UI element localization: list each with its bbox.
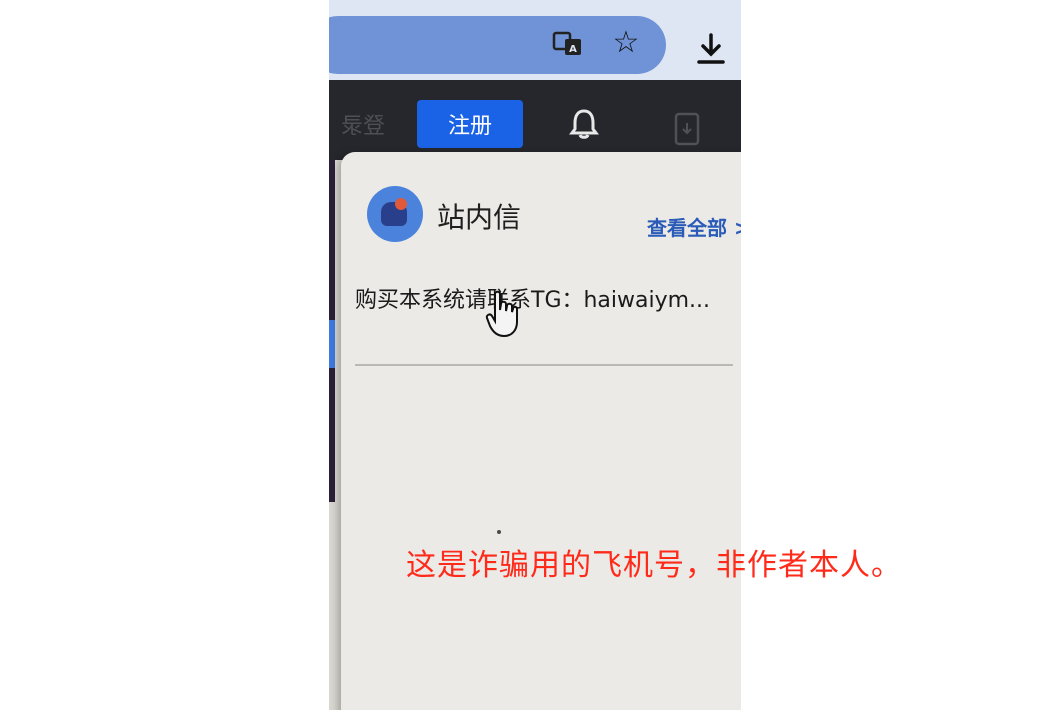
download-icon[interactable] [674,112,700,146]
notification-dot [395,198,407,210]
screen-speck [497,530,501,534]
translate-icon[interactable]: A [552,30,584,58]
page-background-accent [329,320,335,368]
star-icon[interactable]: ☆ [609,26,643,60]
register-button[interactable]: 注册 [417,100,523,148]
photo-frame: A ☆ 登录 注册 站内信 查看全部 > 购买本系统请联系TG：haiwaiym… [329,0,741,710]
divider [355,364,733,366]
hand-cursor-icon [485,290,519,338]
message-preview[interactable]: 购买本系统请联系TG：haiwaiym... [355,282,735,314]
popup-title: 站内信 [437,201,522,234]
site-header: 登录 注册 [329,80,741,160]
warning-caption: 这是诈骗用的飞机号，非作者本人。 [406,548,902,583]
svg-text:A: A [569,44,577,55]
message-popup: 站内信 查看全部 > 购买本系统请联系TG：haiwaiym... [341,152,741,710]
view-all-link[interactable]: 查看全部 > [647,212,741,241]
browser-toolbar: A ☆ [329,0,741,80]
bell-icon[interactable] [569,108,599,140]
login-link[interactable]: 登录 [341,108,385,140]
message-icon [367,186,423,242]
download-icon[interactable] [695,32,727,66]
